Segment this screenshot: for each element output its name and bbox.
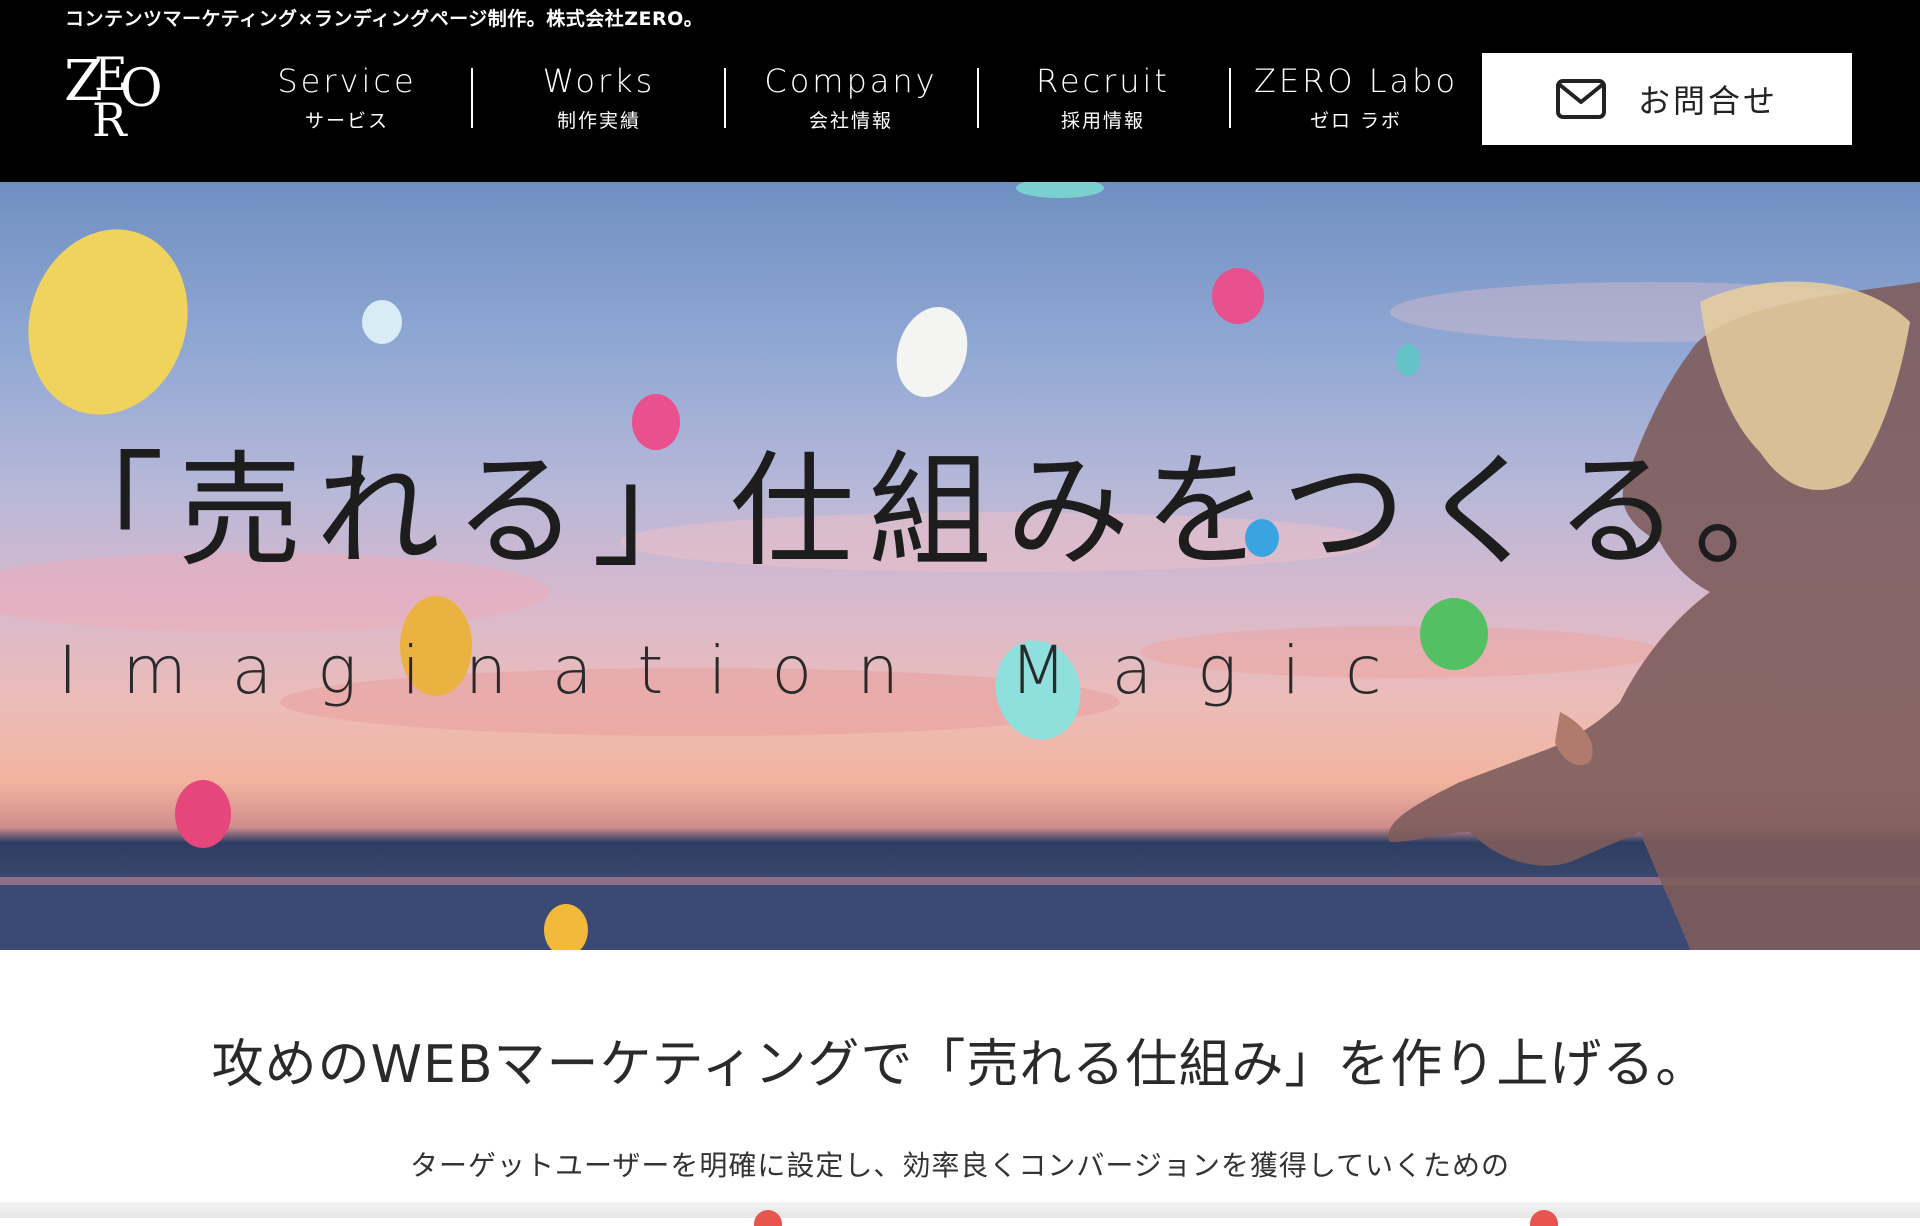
nav-label-jp: ゼロ ラボ bbox=[1309, 110, 1403, 132]
nav-item-recruit[interactable]: Recruit 採用情報 bbox=[988, 56, 1218, 146]
nav-label-en: Recruit bbox=[1036, 62, 1170, 100]
nav-item-company[interactable]: Company 会社情報 bbox=[736, 56, 966, 146]
next-section-edge bbox=[0, 1202, 1920, 1218]
nav-divider bbox=[977, 68, 979, 128]
contact-label: お問合せ bbox=[1637, 83, 1778, 119]
site-header: コンテンツマーケティング×ランディングページ制作。株式会社ZERO。 Z E O… bbox=[0, 0, 1920, 182]
lead-description: ターゲットユーザーを明確に設定し、効率良くコンバージョンを獲得していくための bbox=[409, 1149, 1511, 1182]
nav-label-en: Service bbox=[277, 62, 417, 100]
nav-item-service[interactable]: Service サービス bbox=[232, 56, 462, 146]
nav-label-en: Company bbox=[764, 62, 938, 100]
nav-divider bbox=[471, 68, 473, 128]
nav-label-jp: 制作実績 bbox=[556, 110, 641, 132]
mail-icon bbox=[1555, 79, 1606, 119]
nav-label-jp: 会社情報 bbox=[808, 110, 893, 132]
nav-divider bbox=[724, 68, 726, 128]
zero-logo[interactable]: Z E O R bbox=[62, 50, 162, 142]
nav-divider bbox=[1229, 68, 1231, 128]
svg-text:R: R bbox=[92, 93, 128, 142]
nav-label-en: Works bbox=[542, 62, 656, 100]
nav-label-jp: 採用情報 bbox=[1060, 110, 1145, 132]
hero-banner: 「売れる」仕組みをつくる。 Imagination Magic bbox=[0, 182, 1920, 950]
nav-item-zero-labo[interactable]: ZERO Labo ゼロ ラボ bbox=[1241, 56, 1471, 146]
lead-heading: 攻めのWEBマーケティングで「売れる仕組み」を作り上げる。 bbox=[211, 1035, 1709, 1095]
nav-label-en: ZERO Labo bbox=[1253, 62, 1459, 100]
header-tagline: コンテンツマーケティング×ランディングページ制作。株式会社ZERO。 bbox=[65, 8, 704, 30]
nav-label-jp: サービス bbox=[304, 110, 389, 132]
contact-button[interactable]: お問合せ bbox=[1482, 53, 1852, 145]
hero-subtitle: Imagination Magic bbox=[58, 632, 1427, 709]
nav-item-works[interactable]: Works 制作実績 bbox=[484, 56, 714, 146]
hero-title: 「売れる」仕組みをつくる。 bbox=[40, 440, 1832, 584]
